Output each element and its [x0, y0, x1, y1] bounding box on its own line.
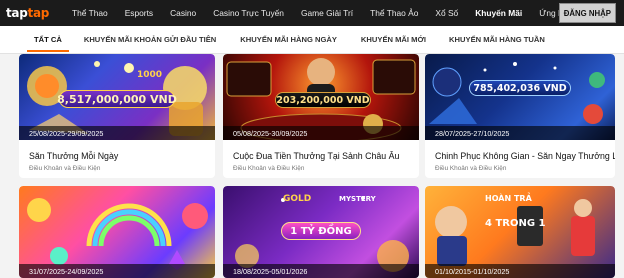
promo-banner-image: 785,402,036 VND 28/07/2025-27/10/2025 — [425, 54, 615, 140]
brand-logo[interactable]: taptap — [6, 6, 56, 20]
nav-esports[interactable]: Esports — [125, 8, 153, 18]
tab-new[interactable]: KHUYẾN MÃI MỚI — [352, 26, 435, 54]
nav-virtual-sports[interactable]: Thể Thao Ảo — [370, 8, 418, 18]
promo-banner-image: HOÀN TRẢ 4 TRONG 1 01/10/2015-01/10/2025 — [425, 186, 615, 278]
promo-badge-mystery: MYSTERY — [339, 195, 376, 203]
promotion-category-tabs: TẤT CẢ KHUYẾN MÃI KHOẢN GỬI ĐẦU TIÊN KHU… — [0, 26, 624, 54]
promo-banner-image: 31/07/2025-24/09/2025 — [19, 186, 215, 278]
promo-card[interactable]: 203,200,000 VND 05/08/2025-30/09/2025 Cu… — [223, 54, 419, 178]
tab-daily[interactable]: KHUYẾN MÃI HÀNG NGÀY — [231, 26, 346, 54]
promo-date: 25/08/2025-29/09/2025 — [19, 126, 215, 140]
promo-card[interactable]: 785,402,036 VND 28/07/2025-27/10/2025 Ch… — [425, 54, 615, 178]
promo-date: 05/08/2025-30/09/2025 — [223, 126, 419, 140]
promo-card[interactable]: GOLD MYSTERY 1 TỶ ĐỒNG 18/08/2025-05/01/… — [223, 186, 419, 278]
nav-lottery[interactable]: Xổ Số — [435, 8, 458, 18]
login-button[interactable]: ĐĂNG NHẬP — [558, 3, 616, 23]
nav-sports[interactable]: Thể Thao — [72, 8, 108, 18]
promo-amount: 1 TỶ ĐỒNG — [281, 222, 361, 240]
promo-date: 31/07/2025-24/09/2025 — [19, 264, 215, 278]
promo-banner-image: 1000 8,517,000,000 VND 25/08/2025-29/09/… — [19, 54, 215, 140]
promo-date: 28/07/2025-27/10/2025 — [425, 126, 615, 140]
promo-badge-gold: GOLD — [283, 194, 312, 204]
nav-games[interactable]: Game Giải Trí — [301, 8, 353, 18]
tab-first-deposit[interactable]: KHUYẾN MÃI KHOẢN GỬI ĐẦU TIÊN — [75, 26, 225, 54]
tab-weekly[interactable]: KHUYẾN MÃI HÀNG TUẦN — [440, 26, 554, 54]
promo-date: 01/10/2015-01/10/2025 — [425, 264, 615, 278]
nav-promotions[interactable]: Khuyến Mãi — [475, 8, 522, 18]
promo-card[interactable]: 31/07/2025-24/09/2025 — [19, 186, 215, 278]
promo-badge-four-in-one: 4 TRONG 1 — [485, 218, 546, 229]
promo-banner-image: 203,200,000 VND 05/08/2025-30/09/2025 — [223, 54, 419, 140]
promo-title: Săn Thưởng Mỗi Ngày — [29, 151, 119, 161]
promo-terms-link[interactable]: Điều Khoản và Điều Kiện — [435, 165, 506, 172]
promo-small-amount: 1000 — [137, 70, 163, 80]
promo-date: 18/08/2025-05/01/2026 — [223, 264, 419, 278]
nav-casino[interactable]: Casino — [170, 8, 196, 18]
main-nav: Thể Thao Esports Casino Casino Trực Tuyế… — [72, 8, 595, 18]
promo-card[interactable]: 1000 8,517,000,000 VND 25/08/2025-29/09/… — [19, 54, 215, 178]
promo-terms-link[interactable]: Điều Khoản và Điều Kiện — [233, 165, 304, 172]
promo-banner-image: GOLD MYSTERY 1 TỶ ĐỒNG 18/08/2025-05/01/… — [223, 186, 419, 278]
promo-terms-link[interactable]: Điều Khoản và Điều Kiện — [29, 165, 100, 172]
promo-title: Chinh Phục Không Gian - Săn Ngay Thưởng … — [435, 151, 615, 161]
promo-badge-cashback: HOÀN TRẢ — [485, 194, 532, 203]
tab-all[interactable]: TẤT CẢ — [23, 26, 73, 54]
promo-title: Cuộc Đua Tiền Thưởng Tại Sảnh Châu Âu — [233, 151, 400, 161]
promo-card[interactable]: HOÀN TRẢ 4 TRONG 1 01/10/2015-01/10/2025 — [425, 186, 615, 278]
top-navigation-bar: taptap Thể Thao Esports Casino Casino Tr… — [0, 0, 624, 26]
promo-amount: 785,402,036 VND — [469, 80, 571, 96]
promo-amount: 8,517,000,000 VND — [57, 90, 177, 108]
nav-live-casino[interactable]: Casino Trực Tuyến — [213, 8, 284, 18]
promo-amount: 203,200,000 VND — [275, 92, 371, 108]
